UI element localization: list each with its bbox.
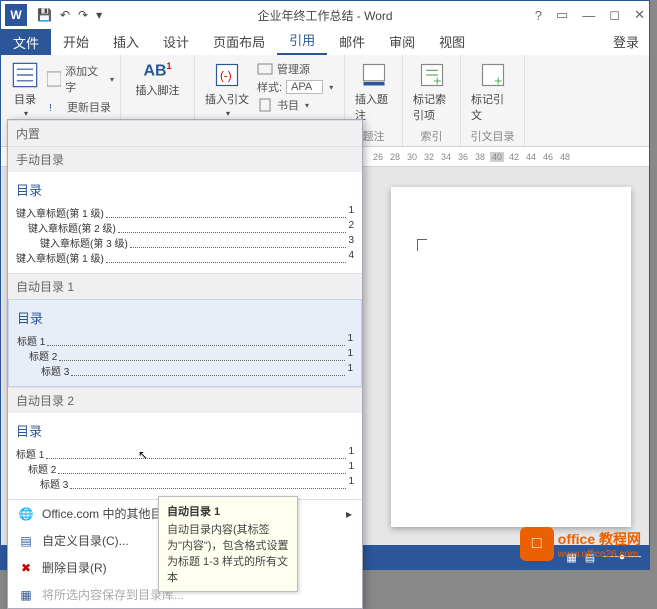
tab-mailings[interactable]: 邮件: [327, 28, 377, 55]
toc-option-auto1[interactable]: 目录 标题 11 标题 21 标题 31 ↖: [8, 299, 362, 387]
tab-insert[interactable]: 插入: [101, 28, 151, 55]
page-corner-marker: [417, 239, 427, 251]
watermark-badge-icon: □: [520, 527, 554, 561]
ribbon-options-icon[interactable]: ▭: [556, 7, 568, 23]
group-toa-label: 引文目录: [461, 128, 524, 144]
watermark: □ office 教程网 www.office26.com: [520, 527, 641, 561]
undo-icon[interactable]: ↶: [60, 8, 70, 22]
svg-text:+: +: [494, 73, 502, 89]
toc-builtin-header: 内置: [8, 120, 362, 146]
quick-access-toolbar: 💾 ↶ ↷ ▾: [31, 8, 108, 22]
group-index: + 标记索引项 索引: [403, 55, 461, 146]
tooltip-heading: 自动目录 1: [167, 503, 289, 519]
close-icon[interactable]: ✕: [634, 7, 645, 23]
login-link[interactable]: 登录: [603, 28, 649, 55]
tab-references[interactable]: 引用: [277, 26, 327, 55]
toc-title: 目录: [17, 308, 353, 327]
toc-title: 目录: [16, 421, 354, 440]
remove-icon: ✖: [18, 560, 34, 576]
group-table-authorities: + 标记引文 引文目录: [461, 55, 525, 146]
watermark-url: www.office26.com: [558, 549, 641, 560]
manage-sources-button[interactable]: 管理源: [257, 61, 333, 77]
insert-footnote-button[interactable]: AB1 插入脚注: [127, 59, 188, 100]
minimize-icon[interactable]: —: [582, 8, 595, 23]
toc-auto1-header: 自动目录 1: [8, 273, 362, 299]
toc-option-manual[interactable]: 目录 键入章标题(第 1 级)1 键入章标题(第 2 级)2 键入章标题(第 3…: [8, 172, 362, 273]
save-gallery-icon: ▦: [18, 587, 34, 603]
bibliography-button[interactable]: 书目▾: [257, 97, 333, 113]
mark-citation-button[interactable]: + 标记引文: [467, 59, 518, 125]
toc-button[interactable]: 目录 ▾: [7, 59, 43, 120]
toc-auto2-header: 自动目录 2: [8, 387, 362, 413]
tab-file[interactable]: 文件: [1, 29, 51, 55]
ribbon-tabs: 文件 开始 插入 设计 页面布局 引用 邮件 审阅 视图 登录: [1, 29, 649, 55]
tab-review[interactable]: 审阅: [377, 28, 427, 55]
add-text-button[interactable]: 添加文字▾: [47, 63, 114, 95]
document-page[interactable]: [391, 187, 631, 527]
svg-text:!: !: [49, 103, 52, 114]
redo-icon[interactable]: ↷: [78, 8, 88, 22]
insert-citation-button[interactable]: (-) 插入引文▾: [201, 59, 253, 120]
tab-home[interactable]: 开始: [51, 28, 101, 55]
citation-style-select[interactable]: 样式:APA▾: [257, 79, 333, 95]
tab-layout[interactable]: 页面布局: [201, 28, 277, 55]
insert-caption-button[interactable]: 插入题注: [351, 59, 396, 125]
titlebar: W 💾 ↶ ↷ ▾ 企业年终工作总结 - Word ? ▭ — ◻ ✕: [1, 1, 649, 29]
chevron-down-icon: ▾: [24, 109, 28, 118]
toc-option-auto2[interactable]: 目录 标题 11 标题 21 标题 31: [8, 413, 362, 499]
tab-design[interactable]: 设计: [151, 28, 201, 55]
globe-icon: 🌐: [18, 506, 34, 522]
tooltip-body: 自动目录内容(其标签为"内容")，包含格式设置为标题 1-3 样式的所有文本: [167, 524, 288, 584]
group-index-label: 索引: [403, 128, 460, 144]
toc-manual-header: 手动目录: [8, 146, 362, 172]
watermark-text: office 教程网: [558, 529, 641, 549]
svg-text:(-): (-): [220, 70, 232, 83]
toc-title: 目录: [16, 180, 354, 199]
chevron-right-icon: ▸: [346, 507, 352, 521]
toc-button-label: 目录: [14, 91, 36, 107]
svg-text:+: +: [433, 73, 441, 89]
help-icon[interactable]: ?: [535, 8, 542, 23]
toc-gallery: 内置 手动目录 目录 键入章标题(第 1 级)1 键入章标题(第 2 级)2 键…: [7, 119, 363, 609]
word-window: W 💾 ↶ ↷ ▾ 企业年终工作总结 - Word ? ▭ — ◻ ✕ 文件 开…: [0, 0, 650, 570]
mark-index-button[interactable]: + 标记索引项: [409, 59, 454, 125]
word-app-icon: W: [5, 4, 27, 26]
restore-icon[interactable]: ◻: [609, 7, 620, 23]
document-icon: ▤: [18, 533, 34, 549]
qat-customize-icon[interactable]: ▾: [96, 8, 102, 22]
save-icon[interactable]: 💾: [37, 8, 52, 22]
tab-view[interactable]: 视图: [427, 28, 477, 55]
update-toc-button[interactable]: !更新目录: [47, 99, 114, 115]
